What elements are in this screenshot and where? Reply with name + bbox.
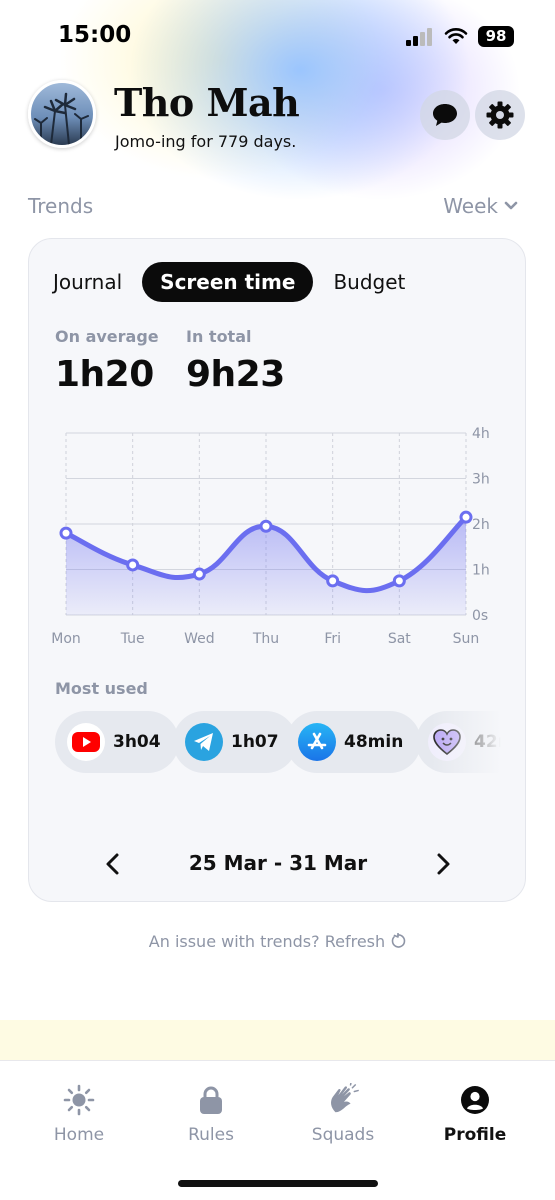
chevron-down-icon — [504, 201, 518, 210]
most-used-apps: 3h04 1h07 48min 42m — [55, 711, 501, 773]
chart-point — [192, 567, 206, 581]
app-time: 1h07 — [231, 732, 279, 752]
x-tick-label: Mon — [51, 631, 81, 647]
y-tick-label: 1h — [472, 563, 490, 579]
screen-time-chart: 0s 1h 2h 3h 4h Mon Tue Wed Thu Fri Sat Sun — [51, 426, 490, 647]
y-tick-label: 2h — [472, 517, 490, 533]
nav-squads[interactable]: Squads — [288, 1083, 398, 1145]
app-time: 3h04 — [113, 732, 161, 752]
trend-tabs: Journal Screen time Budget — [43, 261, 415, 303]
x-tick-label: Thu — [252, 631, 279, 647]
y-tick-label: 0s — [472, 608, 488, 624]
period-label: Week — [443, 194, 498, 218]
chart-point — [259, 519, 273, 533]
nav-home[interactable]: Home — [24, 1083, 134, 1145]
x-tick-label: Tue — [120, 631, 145, 647]
bottom-navigation: Home Rules Squads Profile — [0, 1060, 555, 1200]
wifi-icon — [444, 28, 468, 44]
most-used-label: Most used — [55, 679, 148, 698]
user-name: Tho Mah — [114, 80, 300, 125]
avatar[interactable] — [28, 80, 96, 148]
y-tick-label: 4h — [472, 426, 490, 442]
issue-text: An issue with trends? Refresh — [148, 932, 386, 951]
week-navigation: 25 Mar - 31 Mar — [29, 839, 525, 889]
signal-icon — [406, 28, 432, 46]
status-time: 15:00 — [58, 22, 132, 48]
tab-screen-time[interactable]: Screen time — [142, 262, 314, 302]
x-tick-label: Wed — [184, 631, 215, 647]
gear-icon — [486, 101, 514, 129]
trends-card: Journal Screen time Budget On average 1h… — [28, 238, 526, 902]
profile-icon — [458, 1083, 492, 1117]
chart-point — [126, 558, 140, 572]
period-dropdown[interactable]: Week — [443, 194, 518, 218]
y-tick-label: 3h — [472, 472, 490, 488]
refresh-icon — [391, 932, 406, 948]
home-indicator — [178, 1180, 378, 1187]
lock-icon — [194, 1083, 228, 1117]
streak-text: Jomo-ing for 779 days. — [115, 132, 297, 151]
app-chip-youtube[interactable]: 3h04 — [55, 711, 179, 773]
app-chip-telegram[interactable]: 1h07 — [173, 711, 297, 773]
app-store-icon — [298, 723, 336, 761]
average-label: On average — [55, 327, 159, 346]
x-tick-label: Sun — [453, 631, 480, 647]
trends-header: Trends Week — [28, 194, 518, 220]
messages-button[interactable] — [420, 90, 470, 140]
nav-rules[interactable]: Rules — [156, 1083, 266, 1145]
app-time: 48min — [344, 732, 404, 752]
chart-point — [326, 574, 340, 588]
banner-strip — [0, 1020, 555, 1060]
chevron-right-icon[interactable] — [431, 851, 455, 877]
palm-trees-image — [34, 92, 89, 145]
nav-label: Rules — [188, 1125, 234, 1145]
tab-budget[interactable]: Budget — [323, 262, 415, 302]
app-chip-app-store[interactable]: 48min — [286, 711, 422, 773]
sun-icon — [62, 1083, 96, 1117]
status-bar: 15:00 98 — [0, 0, 555, 72]
total-stat: In total 9h23 — [186, 327, 285, 395]
x-tick-label: Fri — [324, 631, 341, 647]
nav-label: Home — [53, 1125, 105, 1145]
trends-title: Trends — [28, 194, 94, 218]
chart-point — [459, 510, 473, 524]
nav-profile[interactable]: Profile — [420, 1083, 530, 1145]
chat-bubble-icon — [433, 104, 457, 126]
tab-journal[interactable]: Journal — [43, 262, 132, 302]
average-value: 1h20 — [55, 354, 154, 395]
chart-point — [59, 526, 73, 540]
settings-button[interactable] — [475, 90, 525, 140]
total-label: In total — [186, 327, 252, 346]
total-value: 9h23 — [186, 354, 285, 395]
average-stat: On average 1h20 — [55, 327, 159, 395]
chart-point — [392, 574, 406, 588]
nav-label: Profile — [443, 1125, 507, 1145]
x-tick-label: Sat — [388, 631, 411, 647]
refresh-link[interactable]: An issue with trends? Refresh — [0, 932, 555, 951]
clapping-hands-icon — [326, 1083, 360, 1117]
battery-indicator: 98 — [478, 26, 514, 47]
youtube-icon — [67, 723, 105, 761]
profile-header: Tho Mah Jomo-ing for 779 days. — [28, 80, 528, 152]
nav-label: Squads — [311, 1125, 375, 1145]
apps-fade — [431, 711, 501, 773]
telegram-icon — [185, 723, 223, 761]
